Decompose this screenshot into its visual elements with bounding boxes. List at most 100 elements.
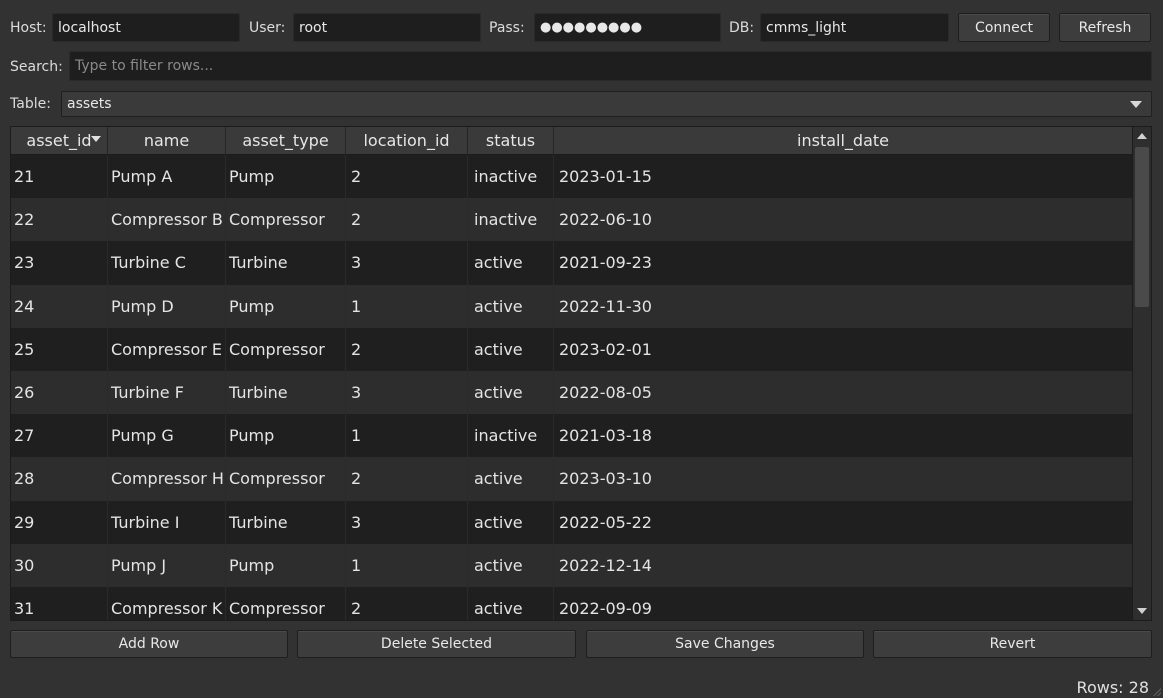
cell-install-date[interactable]: 2023-02-01 xyxy=(554,327,1133,371)
cell-name[interactable]: Turbine I xyxy=(108,500,226,544)
cell-asset-type[interactable]: Turbine xyxy=(226,370,346,415)
cell-asset-type[interactable]: Compressor xyxy=(226,457,346,501)
host-input[interactable] xyxy=(52,13,240,42)
cell-asset-id[interactable]: 21 xyxy=(11,155,108,199)
cell-location-id[interactable]: 2 xyxy=(346,155,468,199)
refresh-button[interactable]: Refresh xyxy=(1059,13,1151,42)
cell-install-date[interactable]: 2021-03-18 xyxy=(554,414,1133,458)
cell-asset-id[interactable]: 26 xyxy=(11,370,108,415)
scroll-down-icon[interactable] xyxy=(1137,608,1147,614)
cell-asset-type[interactable]: Pump xyxy=(226,284,346,328)
cell-name[interactable]: Compressor H xyxy=(108,457,226,501)
table-row[interactable]: 30 Pump J Pump 1 active 2022-12-14 xyxy=(11,543,1133,587)
cell-asset-id[interactable]: 25 xyxy=(11,327,108,371)
cell-asset-type[interactable]: Pump xyxy=(226,414,346,458)
cell-asset-type[interactable]: Pump xyxy=(226,543,346,587)
cell-status[interactable]: active xyxy=(468,241,554,285)
cell-location-id[interactable]: 1 xyxy=(346,284,468,328)
cell-status[interactable]: active xyxy=(468,327,554,371)
connect-button[interactable]: Connect xyxy=(958,13,1050,42)
table-row[interactable]: 28 Compressor H Compressor 2 active 2023-03-1… xyxy=(11,457,1133,501)
cell-asset-id[interactable]: 24 xyxy=(11,284,108,328)
table-row[interactable]: 25 Compressor E Compressor 2 active 2023-02-0… xyxy=(11,327,1133,371)
cell-status[interactable]: inactive xyxy=(468,198,554,242)
cell-location-id[interactable]: 1 xyxy=(346,414,468,458)
cell-name[interactable]: Turbine F xyxy=(108,370,226,415)
cell-status[interactable]: inactive xyxy=(468,155,554,199)
chevron-down-icon[interactable] xyxy=(1130,101,1142,108)
cell-status[interactable]: active xyxy=(468,457,554,501)
cell-asset-type[interactable]: Compressor xyxy=(226,327,346,371)
table-row[interactable]: 29 Turbine I Turbine 3 active 2022-05-22 xyxy=(11,500,1133,544)
cell-name[interactable]: Compressor K xyxy=(108,586,226,620)
data-grid[interactable]: asset_id name asset_type location_id sta… xyxy=(10,126,1152,621)
cell-asset-type[interactable]: Turbine xyxy=(226,241,346,285)
add-row-button[interactable]: Add Row xyxy=(10,630,288,658)
cell-location-id[interactable]: 1 xyxy=(346,543,468,587)
cell-asset-type[interactable]: Compressor xyxy=(226,586,346,620)
cell-status[interactable]: active xyxy=(468,500,554,544)
cell-location-id[interactable]: 3 xyxy=(346,500,468,544)
cell-status[interactable]: active xyxy=(468,284,554,328)
cell-status[interactable]: inactive xyxy=(468,414,554,458)
cell-name[interactable]: Pump J xyxy=(108,543,226,587)
column-header-location-id[interactable]: location_id xyxy=(346,127,468,154)
cell-location-id[interactable]: 3 xyxy=(346,241,468,285)
scroll-up-icon[interactable] xyxy=(1137,133,1147,139)
table-row[interactable]: 27 Pump G Pump 1 inactive 2021-03-18 xyxy=(11,414,1133,458)
cell-status[interactable]: active xyxy=(468,370,554,415)
cell-install-date[interactable]: 2022-11-30 xyxy=(554,284,1133,328)
revert-button[interactable]: Revert xyxy=(873,630,1152,658)
cell-name[interactable]: Turbine C xyxy=(108,241,226,285)
db-input[interactable] xyxy=(760,13,949,42)
column-header-asset-id[interactable]: asset_id xyxy=(11,127,108,154)
search-input[interactable] xyxy=(69,51,1152,81)
table-row[interactable]: 21 Pump A Pump 2 inactive 2023-01-15 xyxy=(11,155,1133,199)
cell-location-id[interactable]: 3 xyxy=(346,370,468,415)
cell-asset-id[interactable]: 29 xyxy=(11,500,108,544)
column-header-name[interactable]: name xyxy=(108,127,226,154)
cell-location-id[interactable]: 2 xyxy=(346,198,468,242)
resize-grip-icon[interactable] xyxy=(1151,686,1161,696)
cell-status[interactable]: active xyxy=(468,586,554,620)
vertical-scrollbar[interactable] xyxy=(1132,127,1151,620)
cell-name[interactable]: Compressor E xyxy=(108,327,226,371)
cell-name[interactable]: Pump G xyxy=(108,414,226,458)
cell-asset-type[interactable]: Turbine xyxy=(226,500,346,544)
cell-status[interactable]: active xyxy=(468,543,554,587)
delete-selected-button[interactable]: Delete Selected xyxy=(297,630,576,658)
column-header-install-date[interactable]: install_date xyxy=(554,127,1133,154)
password-input[interactable] xyxy=(534,13,721,42)
cell-install-date[interactable]: 2022-09-09 xyxy=(554,586,1133,620)
scrollbar-thumb[interactable] xyxy=(1135,147,1149,307)
column-header-asset-type[interactable]: asset_type xyxy=(226,127,346,154)
save-changes-button[interactable]: Save Changes xyxy=(586,630,864,658)
cell-location-id[interactable]: 2 xyxy=(346,586,468,620)
table-select[interactable]: assets xyxy=(61,91,1152,117)
table-row[interactable]: 22 Compressor B Compressor 2 inactive 2022-06… xyxy=(11,198,1133,242)
cell-asset-type[interactable]: Compressor xyxy=(226,198,346,242)
cell-install-date[interactable]: 2021-09-23 xyxy=(554,241,1133,285)
cell-name[interactable]: Pump D xyxy=(108,284,226,328)
cell-asset-id[interactable]: 30 xyxy=(11,543,108,587)
cell-asset-type[interactable]: Pump xyxy=(226,155,346,199)
table-row[interactable]: 26 Turbine F Turbine 3 active 2022-08-05 xyxy=(11,370,1133,415)
cell-install-date[interactable]: 2022-08-05 xyxy=(554,370,1133,415)
cell-asset-id[interactable]: 27 xyxy=(11,414,108,458)
cell-location-id[interactable]: 2 xyxy=(346,457,468,501)
table-row[interactable]: 23 Turbine C Turbine 3 active 2021-09-23 xyxy=(11,241,1133,285)
cell-asset-id[interactable]: 22 xyxy=(11,198,108,242)
table-row[interactable]: 24 Pump D Pump 1 active 2022-11-30 xyxy=(11,284,1133,328)
cell-install-date[interactable]: 2023-01-15 xyxy=(554,155,1133,199)
cell-asset-id[interactable]: 28 xyxy=(11,457,108,501)
column-header-status[interactable]: status xyxy=(468,127,554,154)
cell-install-date[interactable]: 2022-05-22 xyxy=(554,500,1133,544)
cell-name[interactable]: Pump A xyxy=(108,155,226,199)
cell-install-date[interactable]: 2023-03-10 xyxy=(554,457,1133,501)
cell-install-date[interactable]: 2022-06-10 xyxy=(554,198,1133,242)
cell-asset-id[interactable]: 23 xyxy=(11,241,108,285)
cell-asset-id[interactable]: 31 xyxy=(11,586,108,620)
cell-name[interactable]: Compressor B xyxy=(108,198,226,242)
cell-install-date[interactable]: 2022-12-14 xyxy=(554,543,1133,587)
cell-location-id[interactable]: 2 xyxy=(346,327,468,371)
